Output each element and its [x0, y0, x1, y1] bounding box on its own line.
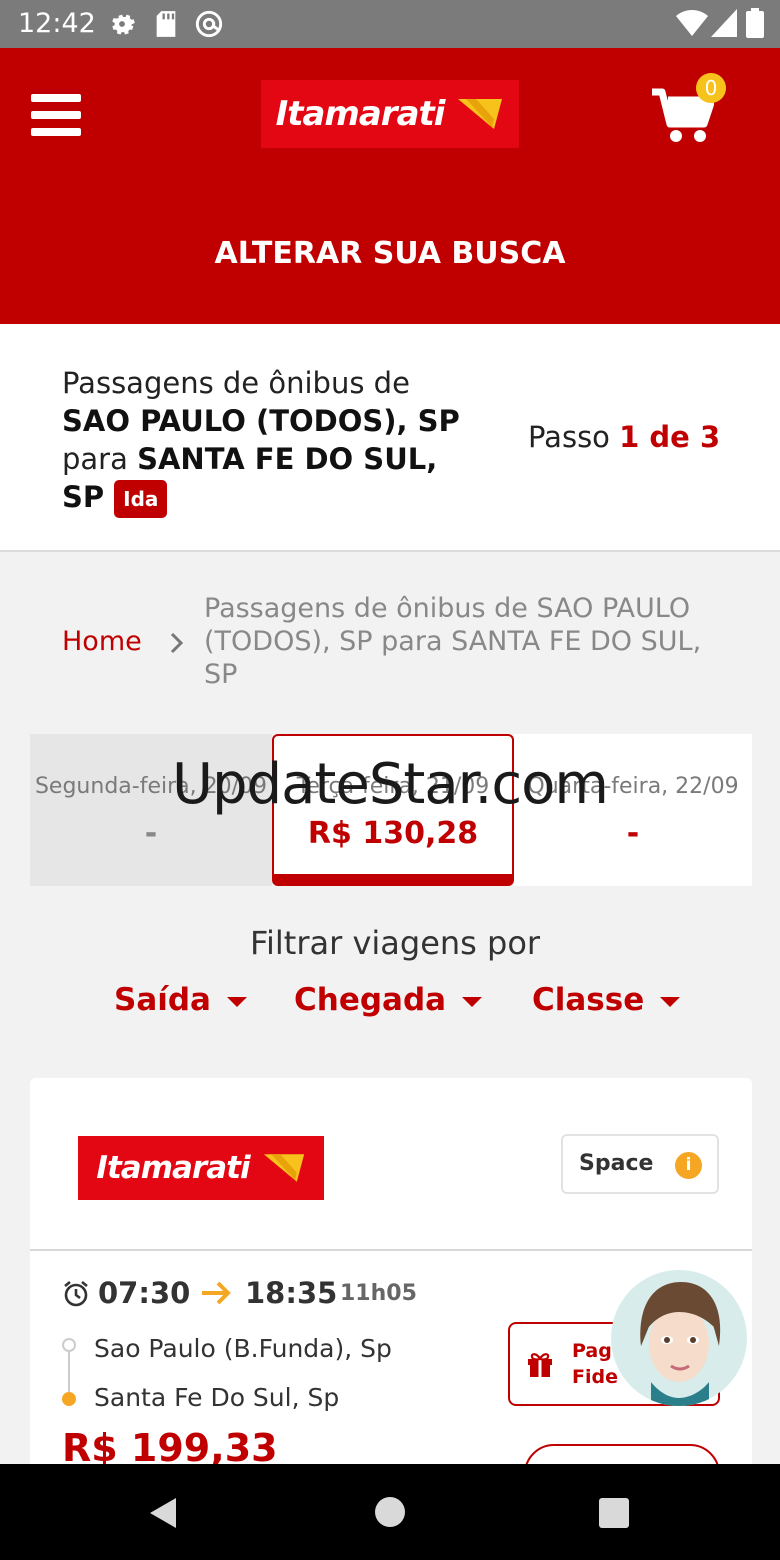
caret-down-icon — [462, 996, 483, 1007]
assistant-face-icon — [640, 1282, 721, 1406]
step-indicator: Passo 1 de 3 — [528, 420, 720, 454]
trip-duration: 11h05 — [340, 1281, 417, 1306]
chevron-right-icon — [170, 632, 184, 654]
system-nav-bar — [0, 1464, 780, 1560]
status-bar: 12:42 — [0, 0, 780, 48]
route-destination-state: SP — [62, 480, 105, 514]
trip-brand-logo-text: Itamarati — [96, 1150, 250, 1186]
arrival-time: 18:35 — [245, 1276, 338, 1310]
filter-label: Chegada — [294, 982, 447, 1018]
filter-departure[interactable]: Saída — [114, 982, 247, 1018]
destination-stop: Santa Fe Do Sul, Sp — [94, 1383, 340, 1412]
filter-arrival[interactable]: Chegada — [294, 982, 483, 1018]
alarm-clock-icon — [64, 1280, 88, 1307]
route-prefix: Passagens de ônibus de — [62, 366, 410, 400]
filter-label: Saída — [114, 982, 211, 1018]
origin-dot — [62, 1338, 76, 1352]
filter-class[interactable]: Classe — [532, 982, 681, 1018]
menu-button[interactable] — [31, 94, 81, 136]
status-time: 12:42 — [18, 8, 96, 39]
destination-dot — [62, 1392, 76, 1406]
screen: 12:42 Itamarati 0 ALTERAR SUA BUSCA Pass… — [0, 0, 780, 1560]
date-price: - — [144, 816, 158, 851]
card-divider — [30, 1249, 752, 1251]
date-price: - — [626, 816, 640, 851]
filter-title: Filtrar viagens por — [249, 924, 541, 962]
recents-icon[interactable] — [598, 1497, 630, 1529]
change-search-button[interactable]: ALTERAR SUA BUSCA — [0, 236, 780, 271]
route-description: Passagens de ônibus de SAO PAULO (TODOS)… — [62, 364, 492, 518]
gear-icon — [112, 14, 135, 35]
trip-brand-logo: Itamarati — [78, 1136, 324, 1200]
gift-icon — [528, 1353, 552, 1377]
hamburger-icon-bar — [31, 128, 81, 136]
wifi-icon — [676, 10, 708, 36]
signal-icon — [711, 9, 737, 37]
battery-icon — [746, 8, 764, 38]
app-header: Itamarati 0 ALTERAR SUA BUSCA — [0, 48, 780, 324]
bus-class-chip[interactable]: Space i — [561, 1134, 719, 1194]
departure-time: 07:30 — [98, 1276, 191, 1310]
trip-type-badge: Ida — [114, 480, 168, 518]
caret-down-icon — [226, 996, 247, 1007]
info-icon[interactable]: i — [675, 1152, 702, 1179]
back-icon[interactable] — [148, 1496, 178, 1530]
brand-logo-flag-icon — [458, 99, 503, 129]
hamburger-icon — [31, 94, 81, 102]
arrow-right-icon — [202, 1281, 231, 1305]
bus-class-label: Space — [579, 1151, 654, 1176]
breadcrumb-home-link[interactable]: Home — [62, 626, 142, 657]
step-label: Passo — [528, 420, 610, 454]
home-icon[interactable] — [374, 1496, 406, 1528]
watermark: UpdateStar.com — [172, 752, 609, 817]
sd-card-icon — [156, 11, 176, 37]
assistant-avatar[interactable] — [611, 1270, 747, 1406]
date-price: R$ 130,28 — [307, 816, 479, 851]
hamburger-icon-bar — [31, 111, 81, 119]
route-destination: SANTA FE DO SUL, — [137, 442, 438, 476]
route-origin: SAO PAULO (TODOS), SP — [62, 404, 460, 438]
route-summary: Passagens de ônibus de SAO PAULO (TODOS)… — [0, 324, 780, 552]
caret-down-icon — [660, 996, 681, 1007]
cart-count-badge: 0 — [696, 73, 726, 103]
at-icon — [195, 10, 223, 38]
breadcrumb-current: Passagens de ônibus de SAO PAULO (TODOS)… — [204, 593, 702, 690]
brand-logo-flag-icon — [263, 1154, 304, 1182]
brand-logo[interactable]: Itamarati — [261, 80, 519, 148]
brand-logo-text: Itamarati — [275, 94, 446, 134]
route-line — [68, 1352, 70, 1392]
route-connector: para — [62, 442, 128, 476]
origin-stop: Sao Paulo (B.Funda), Sp — [94, 1334, 392, 1363]
step-value: 1 de 3 — [619, 420, 721, 454]
filter-label: Classe — [532, 982, 645, 1018]
